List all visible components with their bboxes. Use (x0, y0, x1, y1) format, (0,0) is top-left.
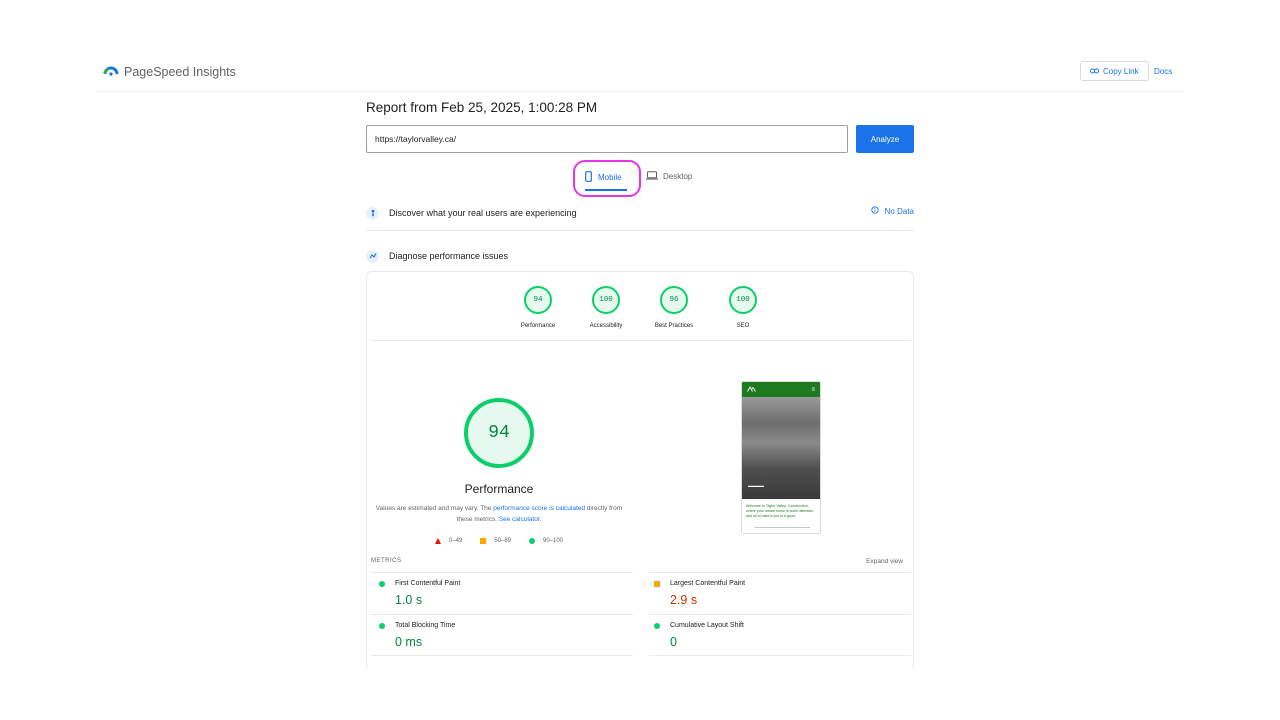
gauge-seo-score: 100 (729, 286, 757, 314)
metric-fcp: First Contentful Paint 1.0 s (379, 580, 460, 607)
metric-lcp-value: 2.9 s (670, 593, 698, 607)
diagnose-heading: Diagnose performance issues (389, 251, 509, 261)
metric-lcp-name: Largest Contentful Paint (670, 580, 746, 587)
metric-cls-name: Cumulative Layout Shift (670, 622, 744, 629)
tab-desktop-label: Desktop (663, 172, 693, 181)
see-calculator-link[interactable]: See calculator. (499, 516, 542, 523)
legend-fail: 0–49 (448, 538, 463, 544)
fail-triangle-icon (434, 538, 441, 544)
copy-link-label: Copy Link (1103, 66, 1139, 76)
average-square-icon (654, 580, 660, 587)
score-calculated-link[interactable]: performance score is calculated (493, 505, 585, 512)
users-icon (366, 206, 379, 220)
phone-hero-image: ▬▬▬▬ (742, 397, 820, 499)
menu-icon: ≡ (811, 386, 815, 393)
category-gauges: 94 Performance 100 Accessibility 96 Best… (367, 272, 915, 340)
phone-header: ≡ (742, 382, 820, 397)
info-icon (870, 206, 879, 216)
diagnose-icon (366, 249, 379, 263)
top-header: PageSpeed Insights Copy Link Docs (96, 58, 1184, 92)
metric-cls: Cumulative Layout Shift 0 (654, 622, 744, 649)
desktop-icon (646, 171, 658, 182)
metric-fcp-name: First Contentful Paint (395, 580, 461, 587)
pass-circle-icon (379, 622, 385, 629)
metric-divider (649, 572, 911, 573)
metric-tbt-value: 0 ms (395, 635, 423, 649)
gauge-accessibility-label: Accessibility (589, 323, 623, 329)
score-legend: 0–49 50–89 90–100 (367, 538, 631, 544)
metrics-label: METRICS (371, 558, 402, 564)
site-logo-icon (747, 385, 756, 394)
gauge-seo[interactable]: 100 SEO (713, 286, 773, 329)
pagespeed-logo-icon (103, 62, 119, 81)
tab-active-indicator (585, 189, 627, 191)
analyze-button[interactable]: Analyze (856, 125, 914, 153)
brand-name: PageSpeed Insights (124, 64, 236, 79)
average-square-icon (480, 538, 487, 544)
tab-mobile[interactable]: Mobile (573, 160, 641, 197)
phone-caption: Welcome to Taylor Valley. Construction, … (746, 504, 814, 518)
card-divider (371, 340, 911, 341)
mobile-icon (585, 171, 592, 184)
tab-mobile-label: Mobile (598, 173, 622, 182)
gauge-best-practices[interactable]: 96 Best Practices (644, 286, 704, 329)
real-users-section[interactable]: Discover what your real users are experi… (366, 206, 914, 220)
report-title: Report from Feb 25, 2025, 1:00:28 PM (366, 100, 598, 115)
metric-tbt: Total Blocking Time 0 ms (379, 622, 455, 649)
lighthouse-report-card: 94 Performance 100 Accessibility 96 Best… (366, 271, 914, 671)
gauge-performance-label: Performance (520, 323, 556, 329)
section-divider (366, 230, 914, 231)
gauge-accessibility-score: 100 (592, 286, 620, 314)
no-data-indicator[interactable]: No Data (870, 206, 914, 216)
gauge-best-practices-label: Best Practices (654, 323, 694, 329)
real-users-heading: Discover what your real users are experi… (389, 208, 577, 218)
link-icon (1090, 67, 1099, 76)
copy-link-button[interactable]: Copy Link (1080, 61, 1149, 81)
metric-divider (371, 655, 633, 656)
page: PageSpeed Insights Copy Link Docs Report… (0, 0, 1280, 720)
phone-footer-line (754, 527, 810, 528)
diagnose-section: Diagnose performance issues (366, 249, 914, 263)
gauge-performance-score: 94 (524, 286, 552, 314)
gauge-performance[interactable]: 94 Performance (508, 286, 568, 329)
legend-average: 50–89 (494, 538, 511, 544)
metric-divider (371, 614, 633, 615)
url-input[interactable] (366, 125, 848, 153)
performance-heading: Performance (464, 482, 534, 496)
note-text-1: Values are estimated and may vary. The (375, 505, 494, 512)
metric-divider (649, 655, 911, 656)
brand[interactable]: PageSpeed Insights (103, 62, 236, 81)
metric-fcp-value: 1.0 s (395, 593, 423, 607)
performance-score-gauge: 94 (464, 398, 534, 468)
metric-divider (371, 572, 633, 573)
legend-pass: 90–100 (543, 538, 564, 544)
metric-divider (649, 614, 911, 615)
metric-cls-value: 0 (670, 635, 677, 649)
pass-circle-icon (379, 580, 385, 587)
gauge-seo-label: SEO (736, 323, 750, 329)
gauge-best-practices-score: 96 (660, 286, 688, 314)
pass-circle-icon (654, 622, 660, 629)
metric-lcp: Largest Contentful Paint 2.9 s (654, 580, 745, 607)
gauge-accessibility[interactable]: 100 Accessibility (576, 286, 636, 329)
expand-view-toggle[interactable]: Expand view (866, 558, 903, 565)
tab-desktop[interactable]: Desktop (646, 171, 692, 182)
pass-circle-icon (529, 538, 535, 544)
docs-link[interactable]: Docs (1154, 67, 1172, 76)
final-screenshot[interactable]: ≡ ▬▬▬▬ Welcome to Taylor Valley. Constru… (741, 381, 821, 534)
no-data-label: No Data (884, 206, 914, 216)
hero-strip: ▬▬▬▬ (748, 483, 764, 488)
metric-tbt-name: Total Blocking Time (395, 622, 456, 629)
performance-note: Values are estimated and may vary. The p… (375, 503, 623, 525)
